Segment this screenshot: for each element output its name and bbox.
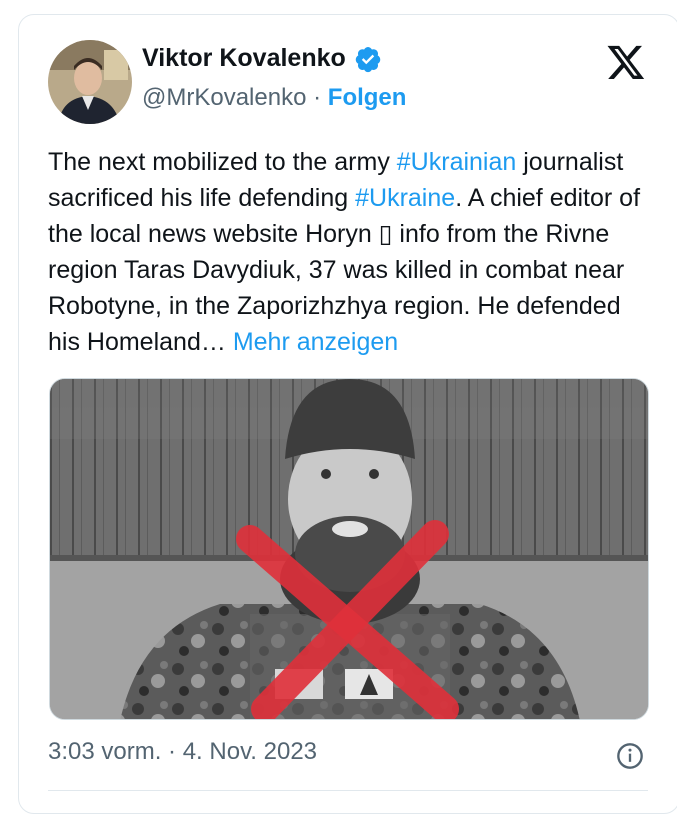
photo-image	[50, 379, 648, 719]
follow-button[interactable]: Folgen	[328, 84, 407, 111]
avatar-image	[48, 40, 132, 124]
author-name-row: Viktor Kovalenko	[142, 44, 382, 73]
hashtag-link[interactable]: #Ukrainian	[397, 148, 517, 176]
author-avatar[interactable]	[48, 40, 132, 124]
show-more-link[interactable]: Mehr anzeigen	[233, 328, 398, 356]
author-handle-row: @MrKovalenko · Folgen	[142, 84, 406, 112]
tweet-text-segment: The next mobilized to the army	[48, 148, 397, 176]
info-icon[interactable]	[616, 742, 644, 770]
divider	[48, 790, 648, 791]
author-handle[interactable]: @MrKovalenko	[142, 84, 306, 111]
timestamp[interactable]: 3:03 vorm. · 4. Nov. 2023	[48, 738, 317, 766]
verified-badge-icon	[355, 46, 381, 72]
tweet-text: The next mobilized to the army #Ukrainia…	[48, 144, 658, 360]
x-logo-icon[interactable]	[604, 42, 648, 82]
handle-separator: ·	[313, 84, 322, 111]
tweet-photo[interactable]	[49, 378, 649, 720]
hashtag-link[interactable]: #Ukraine	[355, 184, 455, 212]
author-name[interactable]: Viktor Kovalenko	[142, 44, 346, 73]
